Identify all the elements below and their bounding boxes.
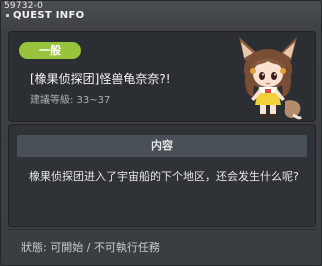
- window-title: QUEST INFO: [13, 10, 85, 21]
- recommended-level: 建議等級: 33~37: [30, 95, 111, 106]
- footer-divider: [8, 229, 316, 230]
- quest-info-window: 59732-0 QUEST INFO 一般 [橡果侦探团]怪兽龟奈奈?! 建議等…: [0, 0, 322, 266]
- category-badge: 一般: [19, 42, 81, 59]
- quest-title: [橡果侦探团]怪兽龟奈奈?!: [30, 72, 171, 86]
- quest-description: 橡果侦探团进入了宇宙船的下个地区，还会发生什么呢?: [29, 170, 299, 183]
- title-marker-icon: [6, 14, 9, 17]
- content-section-header: 内容: [17, 135, 307, 157]
- quest-status: 狀態: 可開始 / 不可執行任務: [21, 241, 160, 254]
- npc-portrait-icon: [239, 37, 303, 120]
